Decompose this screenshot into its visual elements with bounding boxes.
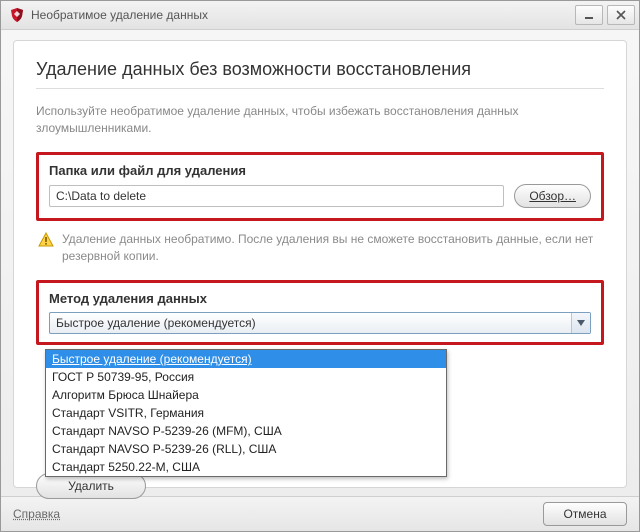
app-icon [9, 7, 25, 23]
page-title: Удаление данных без возможности восстано… [36, 59, 604, 80]
warning-icon [38, 231, 54, 253]
dialog-window: Необратимое удаление данных Удаление дан… [0, 0, 640, 532]
method-option[interactable]: Стандарт VSITR, Германия [46, 404, 446, 422]
window-title: Необратимое удаление данных [31, 8, 575, 22]
method-combobox[interactable]: Быстрое удаление (рекомендуется) [49, 312, 591, 334]
method-selected-label: Быстрое удаление (рекомендуется) [56, 316, 256, 330]
close-button[interactable] [607, 5, 635, 25]
intro-text: Используйте необратимое удаление данных,… [36, 103, 604, 138]
method-option[interactable]: Быстрое удаление (рекомендуется) [46, 350, 446, 368]
footer: Справка Отмена [1, 496, 639, 531]
chevron-down-icon [571, 313, 590, 333]
method-option[interactable]: Алгоритм Брюса Шнайера [46, 386, 446, 404]
method-option[interactable]: Стандарт NAVSO P-5239-26 (RLL), США [46, 440, 446, 458]
separator [36, 88, 604, 89]
method-section: Метод удаления данных Быстрое удаление (… [36, 280, 604, 345]
path-section-title: Папка или файл для удаления [49, 163, 591, 178]
path-section: Папка или файл для удаления Обзор… [36, 152, 604, 221]
minimize-button[interactable] [575, 5, 603, 25]
path-input[interactable] [49, 185, 504, 207]
method-option[interactable]: ГОСТ Р 50739-95, Россия [46, 368, 446, 386]
method-option[interactable]: Стандарт 5250.22-M, США [46, 458, 446, 476]
title-bar: Необратимое удаление данных [1, 1, 639, 30]
browse-button[interactable]: Обзор… [514, 184, 591, 208]
method-dropdown: Быстрое удаление (рекомендуется) ГОСТ Р … [45, 349, 447, 477]
help-link[interactable]: Справка [13, 507, 60, 521]
content-area: Удаление данных без возможности восстано… [1, 30, 639, 496]
cancel-button[interactable]: Отмена [543, 502, 627, 526]
main-panel: Удаление данных без возможности восстано… [13, 40, 627, 488]
method-option[interactable]: Стандарт NAVSO P-5239-26 (MFM), США [46, 422, 446, 440]
warning-row: Удаление данных необратимо. После удален… [38, 231, 602, 266]
warning-text: Удаление данных необратимо. После удален… [62, 231, 602, 266]
window-buttons [575, 5, 635, 25]
method-section-title: Метод удаления данных [49, 291, 591, 306]
